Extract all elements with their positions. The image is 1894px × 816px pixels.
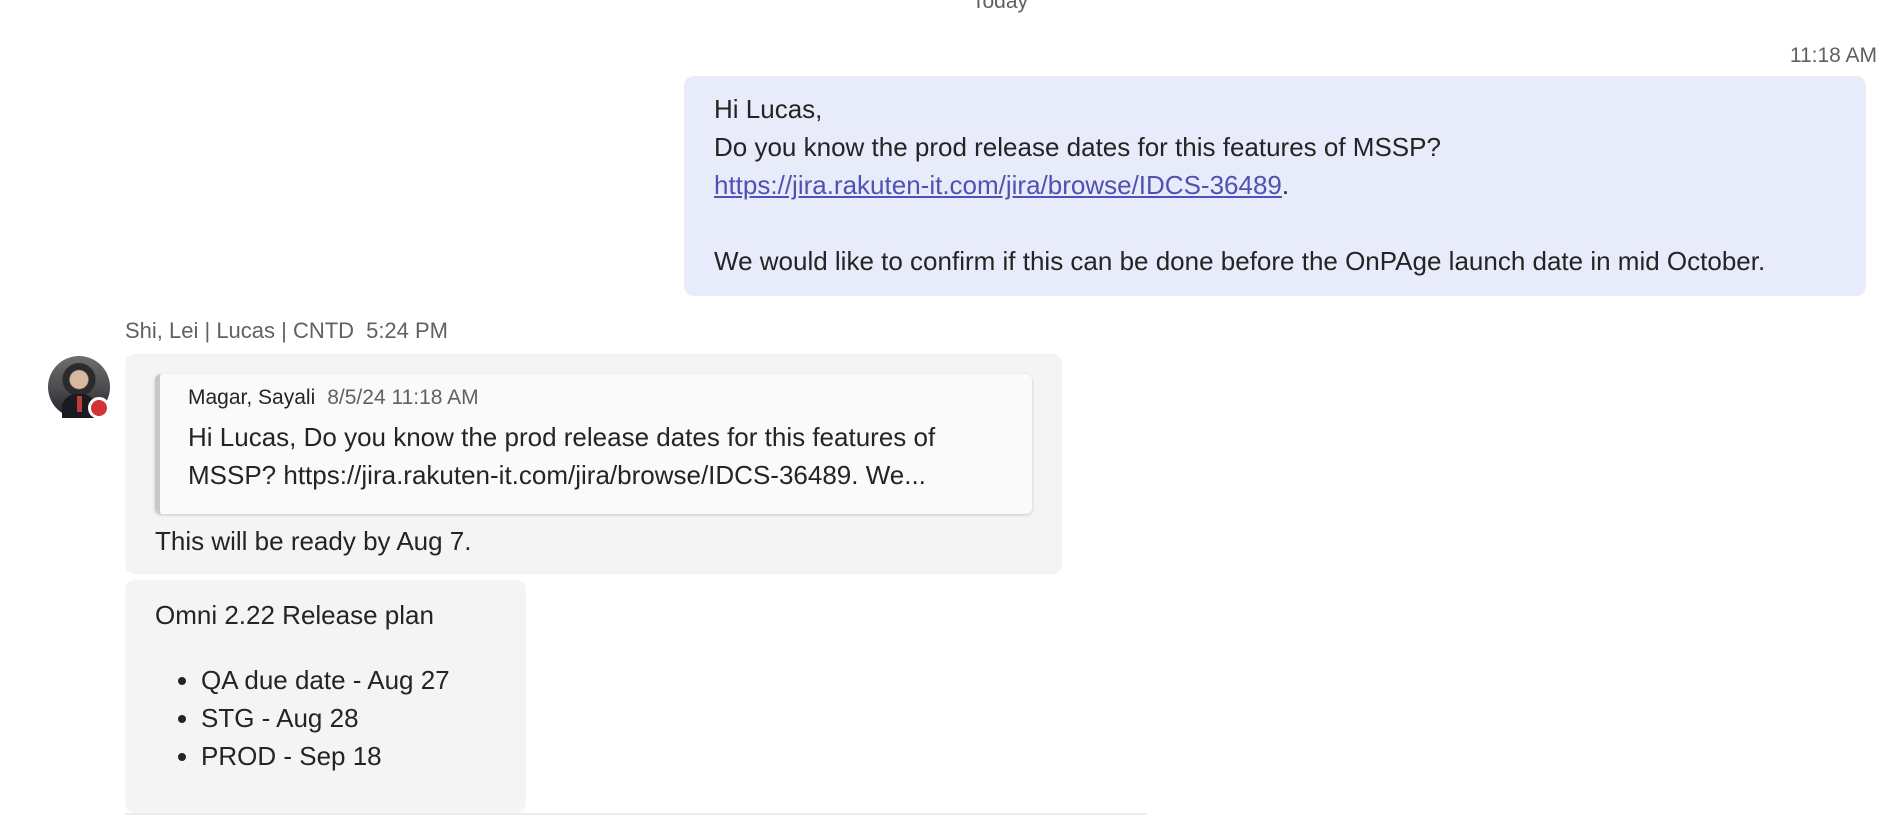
sent-message-link-line: https://jira.rakuten-it.com/jira/browse/… <box>714 166 1836 204</box>
reply-timestamp: 5:24 PM <box>366 318 449 343</box>
sent-message-bubble[interactable]: Hi Lucas, Do you know the prod release d… <box>684 76 1866 296</box>
sender-name: Shi, Lei | Lucas | CNTD <box>125 318 355 343</box>
link-suffix: . <box>1281 170 1290 200</box>
sent-message-closing: We would like to confirm if this can be … <box>714 246 1766 276</box>
sent-message-greeting: Hi Lucas, <box>714 94 823 124</box>
sent-message-timestamp: 11:18 AM <box>1789 44 1877 67</box>
quote-text-line-1: Hi Lucas, Do you know the prod release d… <box>188 422 936 452</box>
presence-busy-icon <box>88 397 110 419</box>
quote-text-line-2: MSSP? https://jira.rakuten-it.com/jira/b… <box>188 460 926 490</box>
jira-link[interactable]: https://jira.rakuten-it.com/jira/browse/… <box>714 170 1282 200</box>
release-plan-bubble[interactable]: Omni 2.22 Release plan QA due date - Aug… <box>125 580 526 813</box>
chat-thread: Today 11:18 AM Hi Lucas, Do you know the… <box>0 0 1894 816</box>
quote-meta: Magar, Sayali 8/5/24 11:18 AM <box>188 386 1008 410</box>
list-item: PROD - Sep 18 <box>201 737 496 775</box>
reply-text: This will be ready by Aug 7. <box>155 526 472 556</box>
release-plan-list: QA due date - Aug 27 STG - Aug 28 PROD -… <box>155 661 496 775</box>
sent-message-question: Do you know the prod release dates for t… <box>714 132 1441 162</box>
avatar-tie <box>77 396 82 412</box>
quote-date: 8/5/24 11:18 AM <box>327 386 479 409</box>
list-item: STG - Aug 28 <box>201 699 496 737</box>
divider-line <box>125 813 1147 815</box>
list-item: QA due date - Aug 27 <box>201 661 496 699</box>
quoted-message[interactable]: Magar, Sayali 8/5/24 11:18 AM Hi Lucas, D… <box>155 374 1032 514</box>
day-divider: Today <box>971 0 1029 13</box>
reply-message-bubble[interactable]: Magar, Sayali 8/5/24 11:18 AM Hi Lucas, D… <box>125 354 1062 574</box>
release-plan-title: Omni 2.22 Release plan <box>155 600 434 630</box>
reply-header: Shi, Lei | Lucas | CNTD 5:24 PM <box>125 318 448 344</box>
quote-author: Magar, Sayali <box>188 386 316 409</box>
